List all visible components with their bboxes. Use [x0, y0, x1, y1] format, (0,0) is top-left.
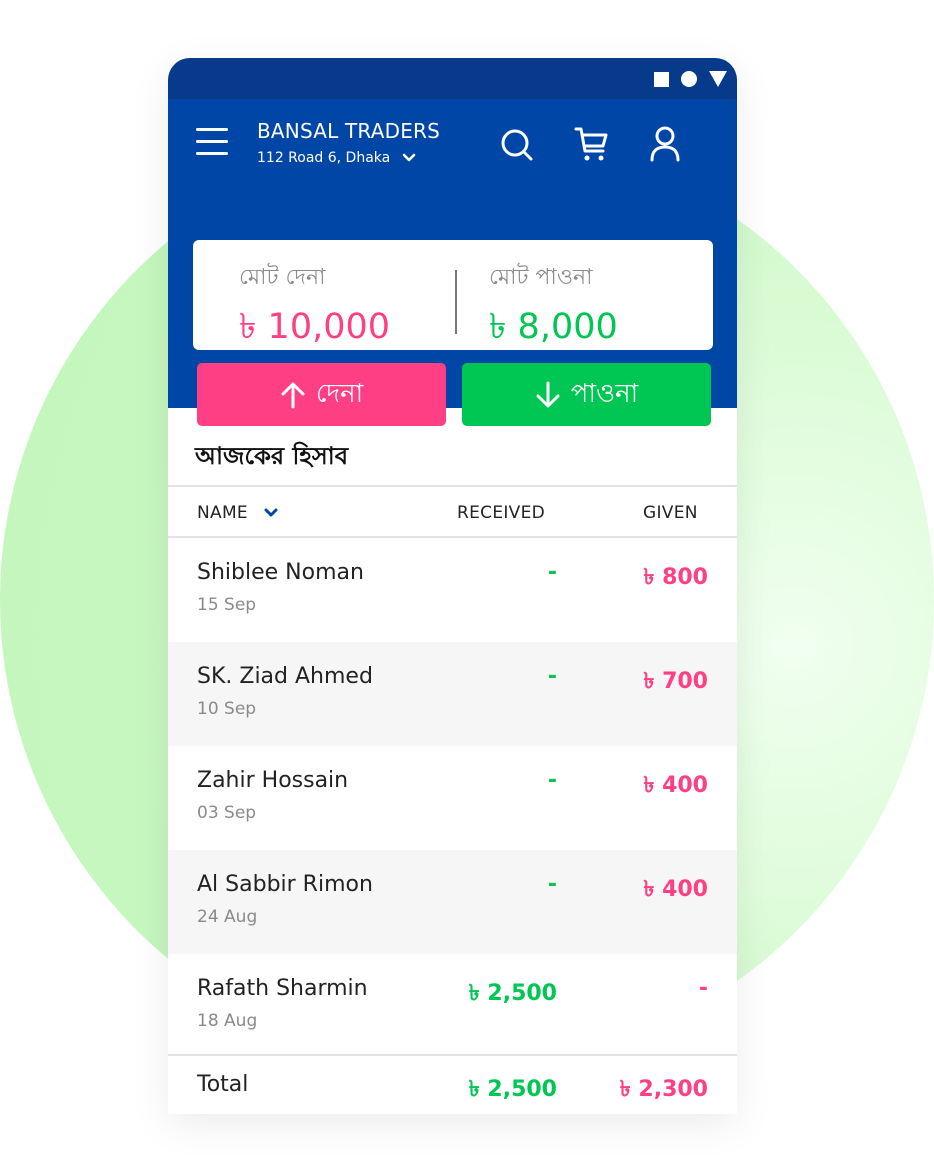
- square-icon: [654, 71, 669, 87]
- row-given: ৳ 400: [643, 877, 708, 902]
- app-bar: BANSAL TRADERS 112 Road 6, Dhaka মোট দেন…: [168, 99, 737, 426]
- row-name: SK. Ziad Ahmed: [197, 664, 373, 689]
- table-row[interactable]: Rafath Sharmin 18 Aug ৳ 2,500 -: [168, 954, 737, 1058]
- give-button-label: দেনা: [315, 378, 364, 409]
- summary-card: মোট দেনা ৳ 10,000 মোট পাওনা ৳ 8,000: [193, 240, 713, 350]
- table-row[interactable]: Zahir Hossain 03 Sep - ৳ 400: [168, 746, 737, 850]
- summary-divider: [455, 270, 457, 334]
- total-get-label: মোট পাওনা: [489, 265, 593, 290]
- total-row: Total ৳ 2,500 ৳ 2,300: [168, 1056, 737, 1114]
- triangle-icon: [709, 71, 727, 87]
- total-label: Total: [197, 1072, 249, 1097]
- total-give-value: ৳ 10,000: [239, 307, 391, 347]
- total-give-block: মোট দেনা ৳ 10,000: [239, 260, 390, 358]
- get-button[interactable]: পাওনা: [462, 363, 711, 426]
- total-get-value: ৳ 8,000: [489, 307, 618, 347]
- row-received: -: [547, 768, 557, 793]
- row-given: ৳ 700: [643, 669, 708, 694]
- total-received: ৳ 2,500: [468, 1077, 557, 1102]
- status-icons: [654, 71, 727, 87]
- phone-frame: BANSAL TRADERS 112 Road 6, Dhaka মোট দেন…: [168, 58, 737, 1114]
- row-name: Rafath Sharmin: [197, 976, 368, 1001]
- status-bar: [168, 58, 737, 99]
- chevron-down-icon: [402, 153, 416, 162]
- table-row[interactable]: SK. Ziad Ahmed 10 Sep - ৳ 700: [168, 642, 737, 746]
- user-icon[interactable]: [647, 124, 683, 164]
- section-title: আজকের হিসাব: [195, 442, 349, 470]
- row-received: -: [547, 664, 557, 689]
- table-row[interactable]: Shiblee Noman 15 Sep - ৳ 800: [168, 538, 737, 642]
- row-given: ৳ 400: [643, 773, 708, 798]
- search-icon[interactable]: [498, 124, 534, 164]
- total-give-label: মোট দেনা: [239, 265, 326, 290]
- cart-icon[interactable]: [573, 124, 609, 164]
- give-button[interactable]: দেনা: [197, 363, 446, 426]
- row-date: 18 Aug: [197, 1011, 258, 1031]
- chevron-down-icon: [264, 508, 278, 517]
- column-header-name: NAME: [197, 503, 248, 523]
- row-name: Al Sabbir Rimon: [197, 872, 373, 897]
- arrow-up-icon: [281, 382, 305, 408]
- row-received: -: [547, 872, 557, 897]
- row-given: -: [698, 976, 708, 1001]
- shop-address: 112 Road 6, Dhaka: [257, 150, 391, 166]
- shop-address-selector[interactable]: 112 Road 6, Dhaka: [257, 150, 416, 166]
- row-date: 15 Sep: [197, 595, 257, 615]
- column-header-given: GIVEN: [643, 503, 698, 523]
- row-received: ৳ 2,500: [468, 981, 557, 1006]
- row-name: Zahir Hossain: [197, 768, 349, 793]
- arrow-down-icon: [536, 381, 560, 407]
- row-name: Shiblee Noman: [197, 560, 364, 585]
- table-row[interactable]: Al Sabbir Rimon 24 Aug - ৳ 400: [168, 850, 737, 954]
- circle-icon: [681, 71, 697, 87]
- shop-title: BANSAL TRADERS: [257, 119, 441, 143]
- column-header-received: RECEIVED: [457, 503, 546, 523]
- row-given: ৳ 800: [643, 565, 708, 590]
- row-date: 24 Aug: [197, 907, 258, 927]
- row-date: 03 Sep: [197, 803, 257, 823]
- total-get-block: মোট পাওনা ৳ 8,000: [489, 260, 618, 358]
- name-column-sort[interactable]: NAME: [197, 503, 278, 523]
- row-date: 10 Sep: [197, 699, 257, 719]
- menu-icon[interactable]: [196, 128, 228, 156]
- get-button-label: পাওনা: [570, 378, 639, 409]
- total-given: ৳ 2,300: [619, 1077, 708, 1102]
- row-received: -: [547, 560, 557, 585]
- divider: [168, 485, 737, 487]
